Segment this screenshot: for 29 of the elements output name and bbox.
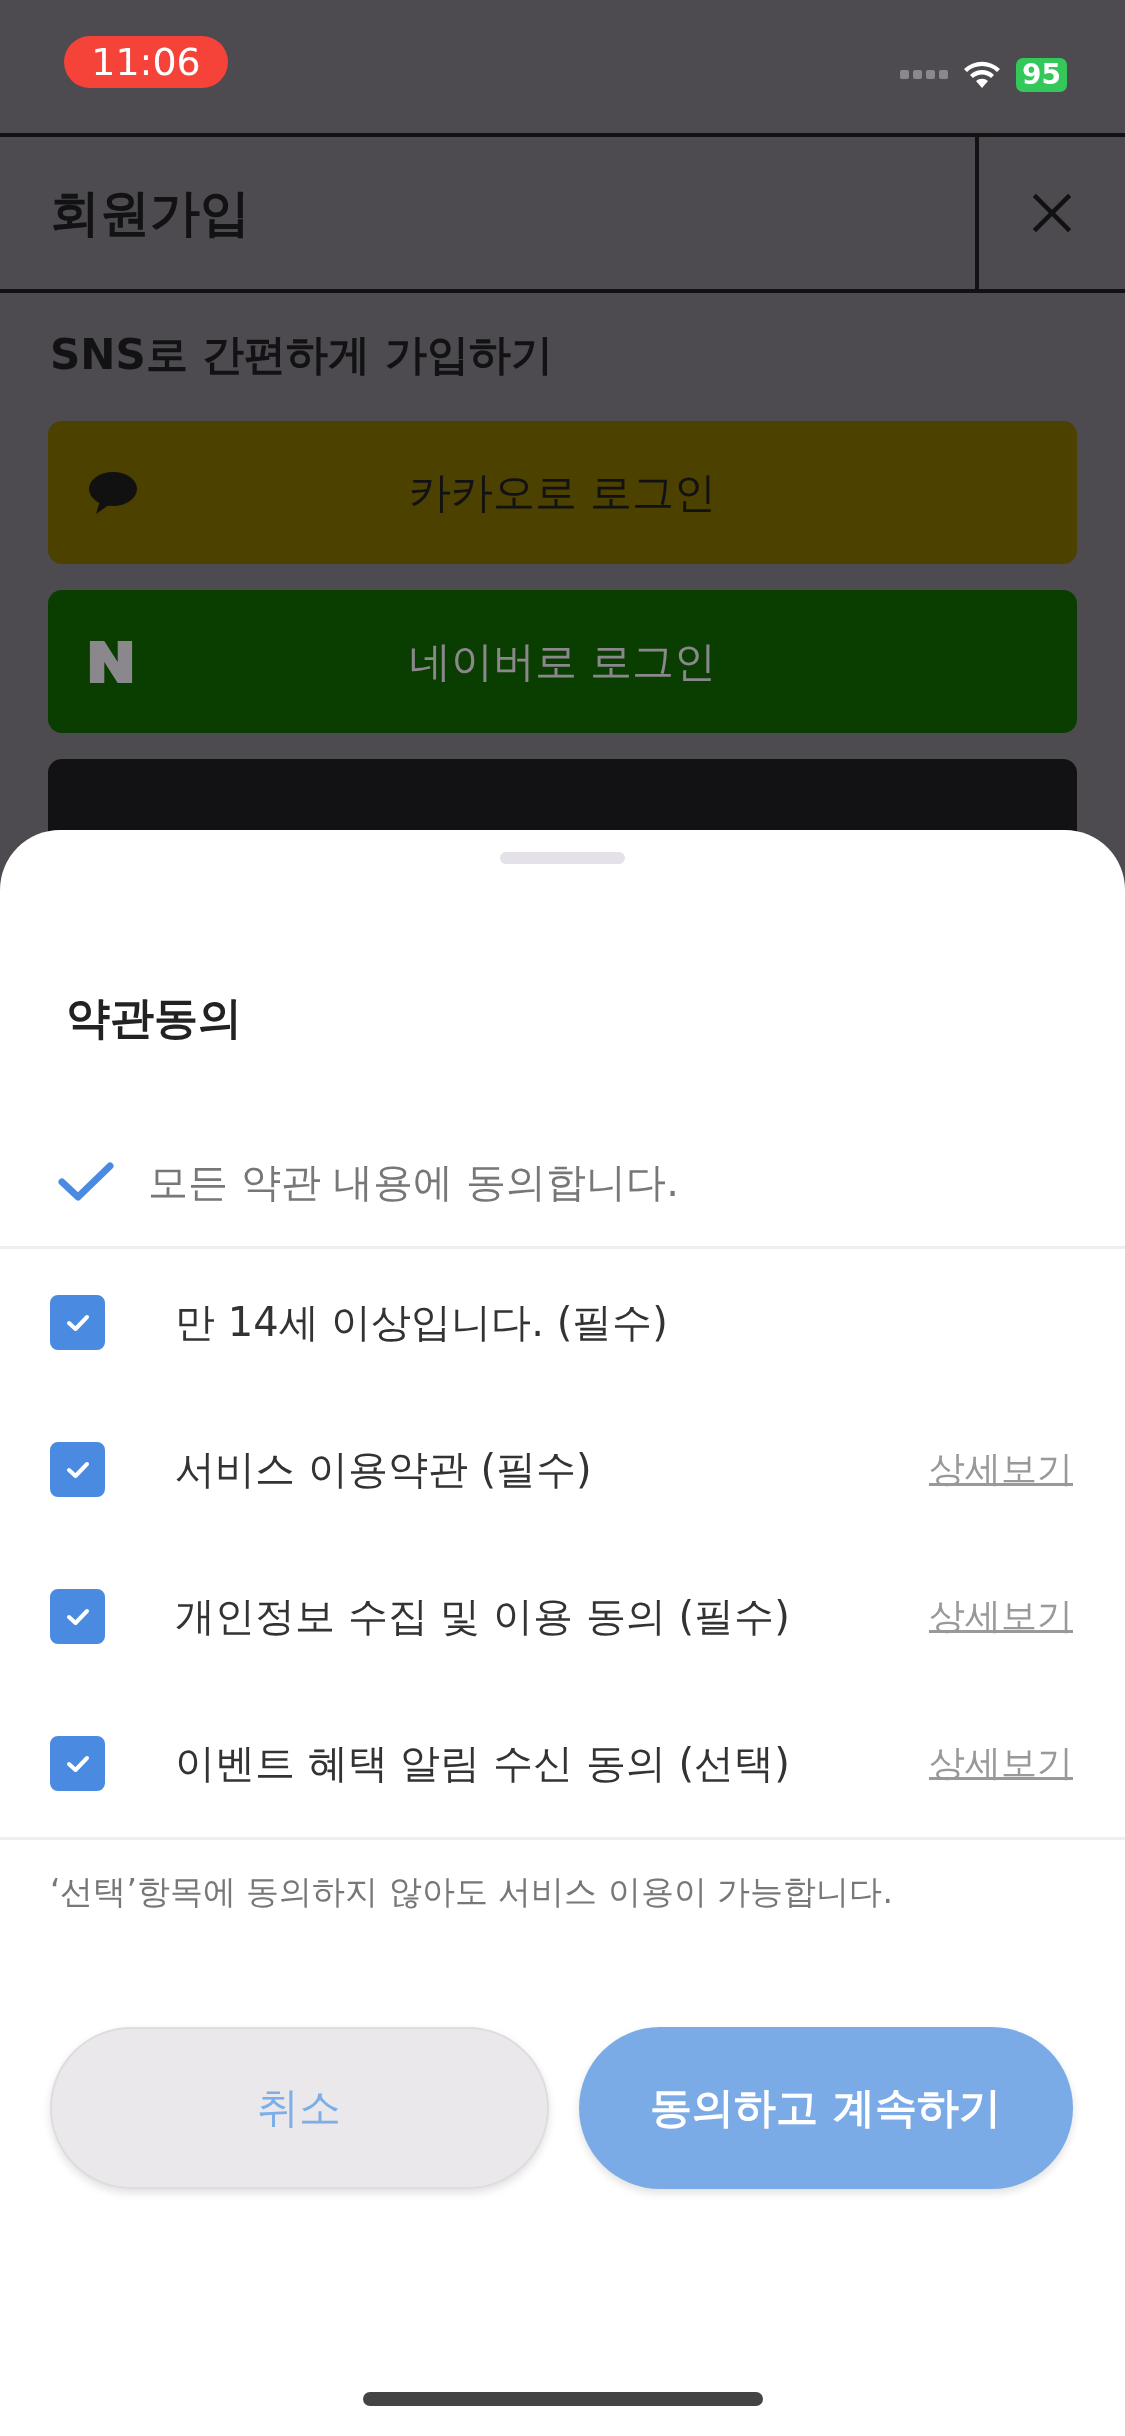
letter-n-icon bbox=[88, 638, 134, 685]
term-label: 만 14세 이상입니다. (필수) bbox=[175, 1298, 669, 1347]
section-heading: SNS로 간편하게 가입하기 bbox=[49, 329, 554, 381]
notice-text: ‘선택’항목에 동의하지 않아도 서비스 이용이 가능합니다. bbox=[49, 1871, 894, 1913]
checkbox[interactable] bbox=[50, 1295, 105, 1350]
details-link[interactable]: 상세보기 bbox=[929, 1445, 1073, 1494]
login-button[interactable]: 네이버로 로그인 bbox=[48, 590, 1077, 733]
speech-bubble-icon bbox=[88, 470, 138, 515]
close-icon bbox=[1030, 191, 1074, 235]
checkbox[interactable] bbox=[50, 1442, 105, 1497]
agree-all-label: 모든 약관 내용에 동의합니다. bbox=[148, 1157, 679, 1207]
checkbox[interactable] bbox=[50, 1589, 105, 1644]
wifi-icon bbox=[962, 59, 1003, 90]
page-title: 회원가입 bbox=[49, 182, 251, 244]
signal-icon bbox=[900, 70, 949, 79]
sheet-title: 약관동의 bbox=[65, 991, 243, 1045]
sheet-handle[interactable] bbox=[500, 852, 625, 864]
term-label: 서비스 이용약관 (필수) bbox=[175, 1445, 593, 1494]
cancel-button[interactable]: 취소 bbox=[50, 2027, 549, 2189]
checkbox[interactable] bbox=[50, 1736, 105, 1791]
details-link[interactable]: 상세보기 bbox=[929, 1739, 1073, 1788]
battery-indicator: 95 bbox=[1016, 57, 1067, 92]
agree-button[interactable]: 동의하고 계속하기 bbox=[578, 2027, 1073, 2189]
details-link[interactable]: 상세보기 bbox=[929, 1592, 1073, 1641]
term-label: 이벤트 혜택 알림 수신 동의 (선택) bbox=[175, 1739, 791, 1788]
checkmark-icon[interactable] bbox=[58, 1162, 114, 1202]
login-button[interactable]: 카카오로 로그인 bbox=[48, 421, 1077, 564]
term-label: 개인정보 수집 및 이용 동의 (필수) bbox=[175, 1592, 791, 1641]
status-time: 11:06 bbox=[64, 35, 228, 88]
